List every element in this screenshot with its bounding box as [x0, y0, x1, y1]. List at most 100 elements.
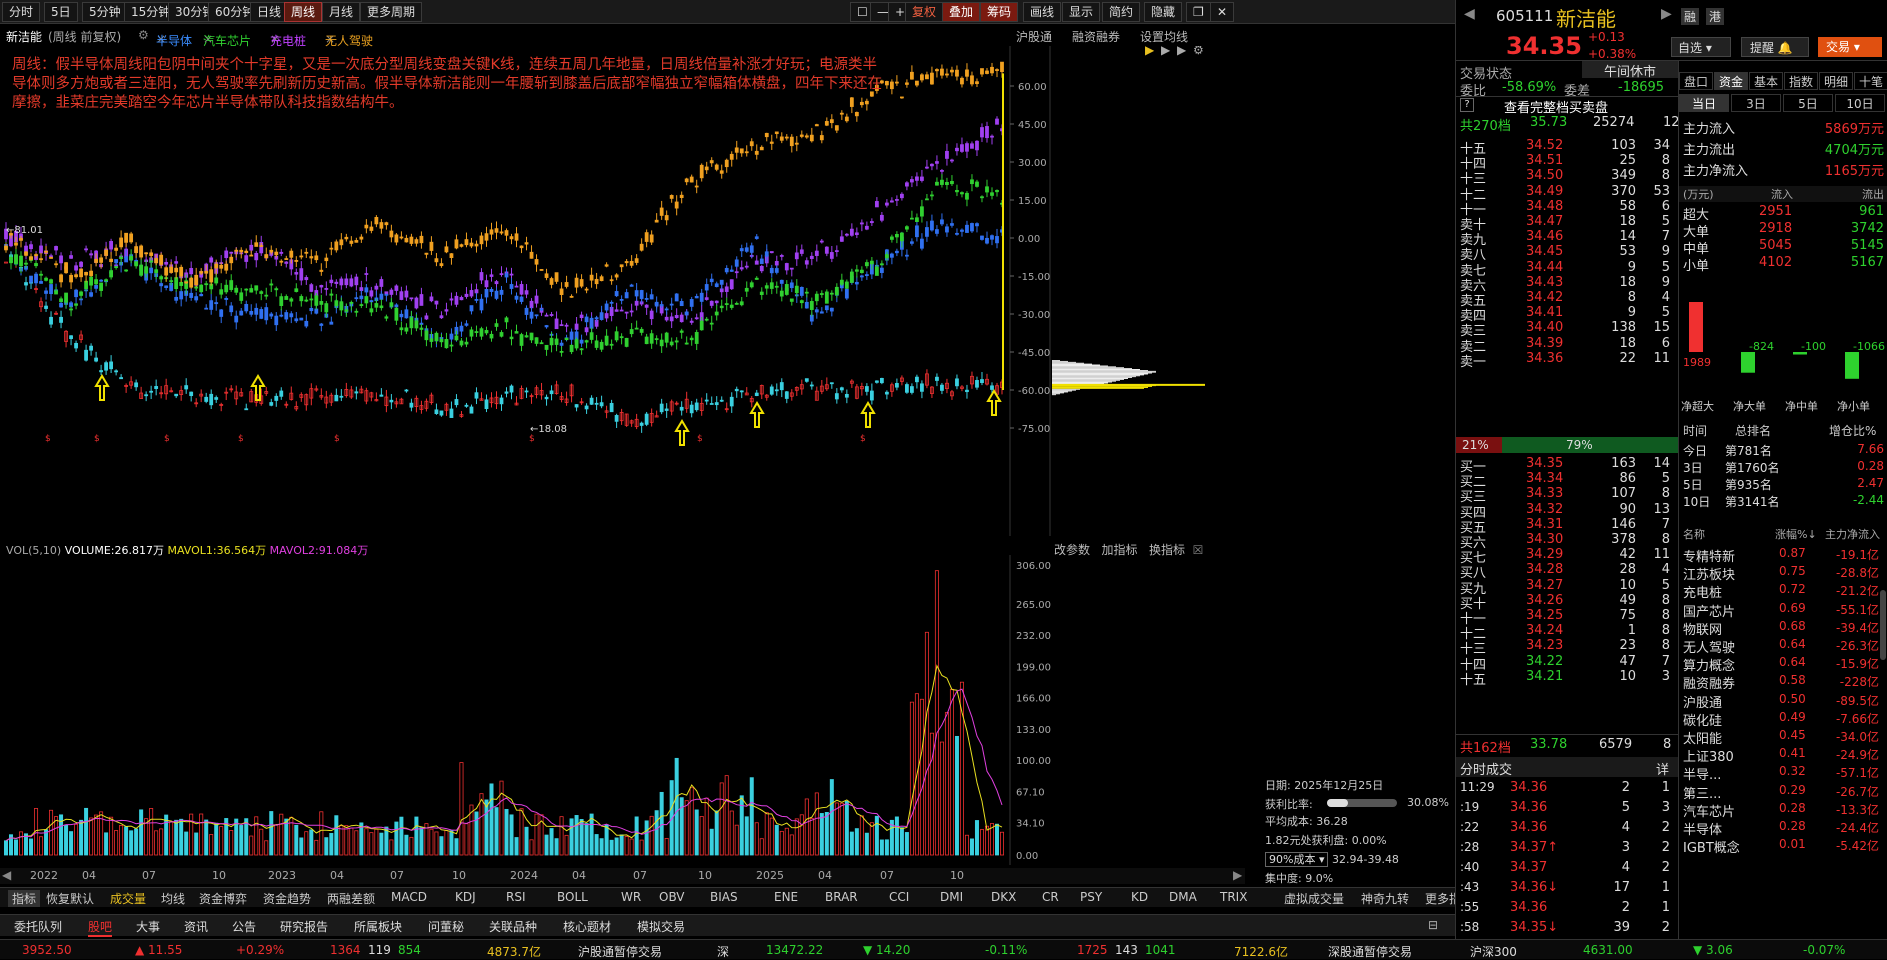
watchlist-button[interactable]: 自选 ▾: [1671, 37, 1731, 57]
prev-stock-icon[interactable]: ◀: [1464, 6, 1475, 22]
sector-row[interactable]: 沪股通 0.50 -89.5亿: [1679, 692, 1879, 711]
step-icon[interactable]: ▶: [1161, 46, 1171, 57]
period-8[interactable]: 月线: [322, 2, 361, 22]
indicator-8[interactable]: KDJ: [455, 890, 476, 904]
buys-row[interactable]: 十二 34.24 1 8: [1456, 623, 1678, 642]
tool-5[interactable]: 简约: [1102, 2, 1141, 22]
sells-row[interactable]: 十一 34.48 58 6: [1456, 199, 1678, 218]
buys-row[interactable]: 买九 34.27 10 5: [1456, 578, 1678, 597]
chart-settings-icon[interactable]: ⚙: [1193, 46, 1204, 57]
indicator-7[interactable]: MACD: [391, 890, 427, 904]
indicator-12[interactable]: OBV: [659, 890, 685, 904]
period-tab-2[interactable]: 5日: [1783, 94, 1833, 112]
indicator-20[interactable]: PSY: [1080, 890, 1102, 904]
tab-3[interactable]: 资讯: [184, 918, 208, 935]
sells-row[interactable]: 十五 34.52 103 34: [1456, 138, 1678, 157]
buys-row[interactable]: 买七 34.29 42 11: [1456, 547, 1678, 566]
sector-scrollbar[interactable]: [1880, 590, 1886, 660]
sells-row[interactable]: 卖九 34.46 14 7: [1456, 229, 1678, 248]
indicator-11[interactable]: WR: [621, 890, 641, 904]
indicator-23[interactable]: TRIX: [1220, 890, 1247, 904]
sector-row[interactable]: 上证380 0.41 -24.9亿: [1679, 746, 1879, 765]
tab-8[interactable]: 关联品种: [489, 918, 537, 935]
fund-tab-3[interactable]: 指数: [1784, 72, 1818, 90]
link-hgt[interactable]: 沪股通: [1016, 28, 1052, 45]
indicator-0[interactable]: 指标: [8, 890, 41, 907]
sells-row[interactable]: 卖三 34.40 138 15: [1456, 320, 1678, 339]
volume-chart[interactable]: 306.00 265.00 232.00 199.00 166.00 133.00 100.…: [0, 555, 1245, 865]
sells-row[interactable]: 卖五 34.42 8 4: [1456, 290, 1678, 309]
remind-button[interactable]: 提醒 🔔: [1741, 37, 1809, 57]
tab-10[interactable]: 模拟交易: [637, 918, 685, 935]
sells-row[interactable]: 卖六 34.43 18 9: [1456, 275, 1678, 294]
full-book-link[interactable]: 查看完整档买卖盘: [1504, 97, 1608, 116]
event-marker[interactable]: $: [334, 434, 340, 444]
indicator-10[interactable]: BOLL: [557, 890, 588, 904]
indicator-15[interactable]: BRAR: [825, 890, 858, 904]
indicator-14[interactable]: ENE: [774, 890, 798, 904]
period-tab-1[interactable]: 3日: [1731, 94, 1781, 112]
tool-3[interactable]: 画线: [1023, 2, 1062, 22]
tab-2[interactable]: 大事: [136, 918, 160, 935]
fund-tab-4[interactable]: 明细: [1819, 72, 1853, 90]
tool-0[interactable]: 复权: [905, 2, 944, 22]
fund-tab-0[interactable]: 盘口: [1679, 72, 1713, 90]
tab-4[interactable]: 公告: [232, 918, 256, 935]
event-marker[interactable]: $: [238, 434, 244, 444]
period-9[interactable]: 更多周期: [360, 2, 423, 22]
buys-row[interactable]: 买八 34.28 28 4: [1456, 562, 1678, 581]
indicator-4[interactable]: 资金博弈: [199, 890, 247, 907]
sells-row[interactable]: 十四 34.51 25 8: [1456, 153, 1678, 172]
sector-row[interactable]: 汽车芯片 0.28 -13.3亿: [1679, 801, 1879, 820]
indicator-17[interactable]: DMI: [940, 890, 963, 904]
buys-row[interactable]: 买五 34.31 146 7: [1456, 517, 1678, 536]
buys-row[interactable]: 买二 34.34 86 5: [1456, 471, 1678, 490]
period-2[interactable]: 5分钟: [82, 2, 128, 22]
indicator-21[interactable]: KD: [1131, 890, 1148, 904]
indicator-13[interactable]: BIAS: [710, 890, 738, 904]
indicator-24[interactable]: 虚拟成交量: [1284, 890, 1344, 907]
sells-row[interactable]: 卖二 34.39 18 6: [1456, 336, 1678, 355]
sells-row[interactable]: 卖十 34.47 18 5: [1456, 214, 1678, 233]
sector-row[interactable]: 太阳能 0.45 -34.0亿: [1679, 728, 1879, 747]
tab-0[interactable]: 委托队列: [14, 918, 62, 935]
sells-row[interactable]: 卖四 34.41 9 5: [1456, 305, 1678, 324]
sector-row[interactable]: 半导体 0.28 -24.4亿: [1679, 819, 1879, 838]
period-0[interactable]: 分时: [2, 2, 41, 22]
tool-4[interactable]: 显示: [1062, 2, 1101, 22]
indicator-1[interactable]: 恢复默认: [46, 890, 94, 907]
indicator-3[interactable]: 均线: [161, 890, 185, 907]
buys-row[interactable]: 买一 34.35 163 14: [1456, 456, 1678, 475]
sells-row[interactable]: 卖七 34.44 9 5: [1456, 260, 1678, 279]
sector-row[interactable]: IGBT概念 0.01 -5.42亿: [1679, 837, 1879, 856]
indicator-18[interactable]: DKX: [991, 890, 1016, 904]
sells-row[interactable]: 十二 34.49 370 53: [1456, 184, 1678, 203]
tab-7[interactable]: 问董秘: [428, 918, 464, 935]
next-stock-icon[interactable]: ▶: [1661, 6, 1672, 22]
sector-row[interactable]: 半导... 0.32 -57.1亿: [1679, 764, 1879, 783]
indicator-16[interactable]: CCI: [889, 890, 909, 904]
buys-row[interactable]: 十三 34.23 23 8: [1456, 638, 1678, 657]
restore-icon[interactable]: ❐: [1186, 2, 1211, 22]
period-tab-3[interactable]: 10日: [1835, 94, 1885, 112]
indicator-2[interactable]: 成交量: [110, 890, 146, 907]
period-6[interactable]: 日线: [250, 2, 289, 22]
sector-row[interactable]: 充电桩 0.72 -21.2亿: [1679, 582, 1879, 601]
close-window-icon[interactable]: ✕: [1210, 2, 1235, 22]
link-margin[interactable]: 融资融券: [1072, 28, 1120, 45]
event-marker[interactable]: $: [164, 434, 170, 444]
event-marker[interactable]: $: [697, 434, 703, 444]
indicator-5[interactable]: 资金趋势: [263, 890, 311, 907]
sector-row[interactable]: 碳化硅 0.49 -7.66亿: [1679, 710, 1879, 729]
play-icon[interactable]: ▶: [1145, 46, 1155, 57]
tab-6[interactable]: 所属板块: [354, 918, 402, 935]
sector-row[interactable]: 物联网 0.68 -39.4亿: [1679, 619, 1879, 638]
buys-row[interactable]: 买四 34.32 90 13: [1456, 502, 1678, 521]
buys-row[interactable]: 十一 34.25 75 8: [1456, 608, 1678, 627]
buys-row[interactable]: 买六 34.30 378 8: [1456, 532, 1678, 551]
fund-tab-1[interactable]: 资金: [1714, 72, 1748, 90]
sector-row[interactable]: 融资融券 0.58 -228亿: [1679, 673, 1879, 692]
scroll-right-icon[interactable]: ▶: [1233, 868, 1242, 882]
sector-row[interactable]: 算力概念 0.64 -15.9亿: [1679, 655, 1879, 674]
indicator-9[interactable]: RSI: [506, 890, 526, 904]
